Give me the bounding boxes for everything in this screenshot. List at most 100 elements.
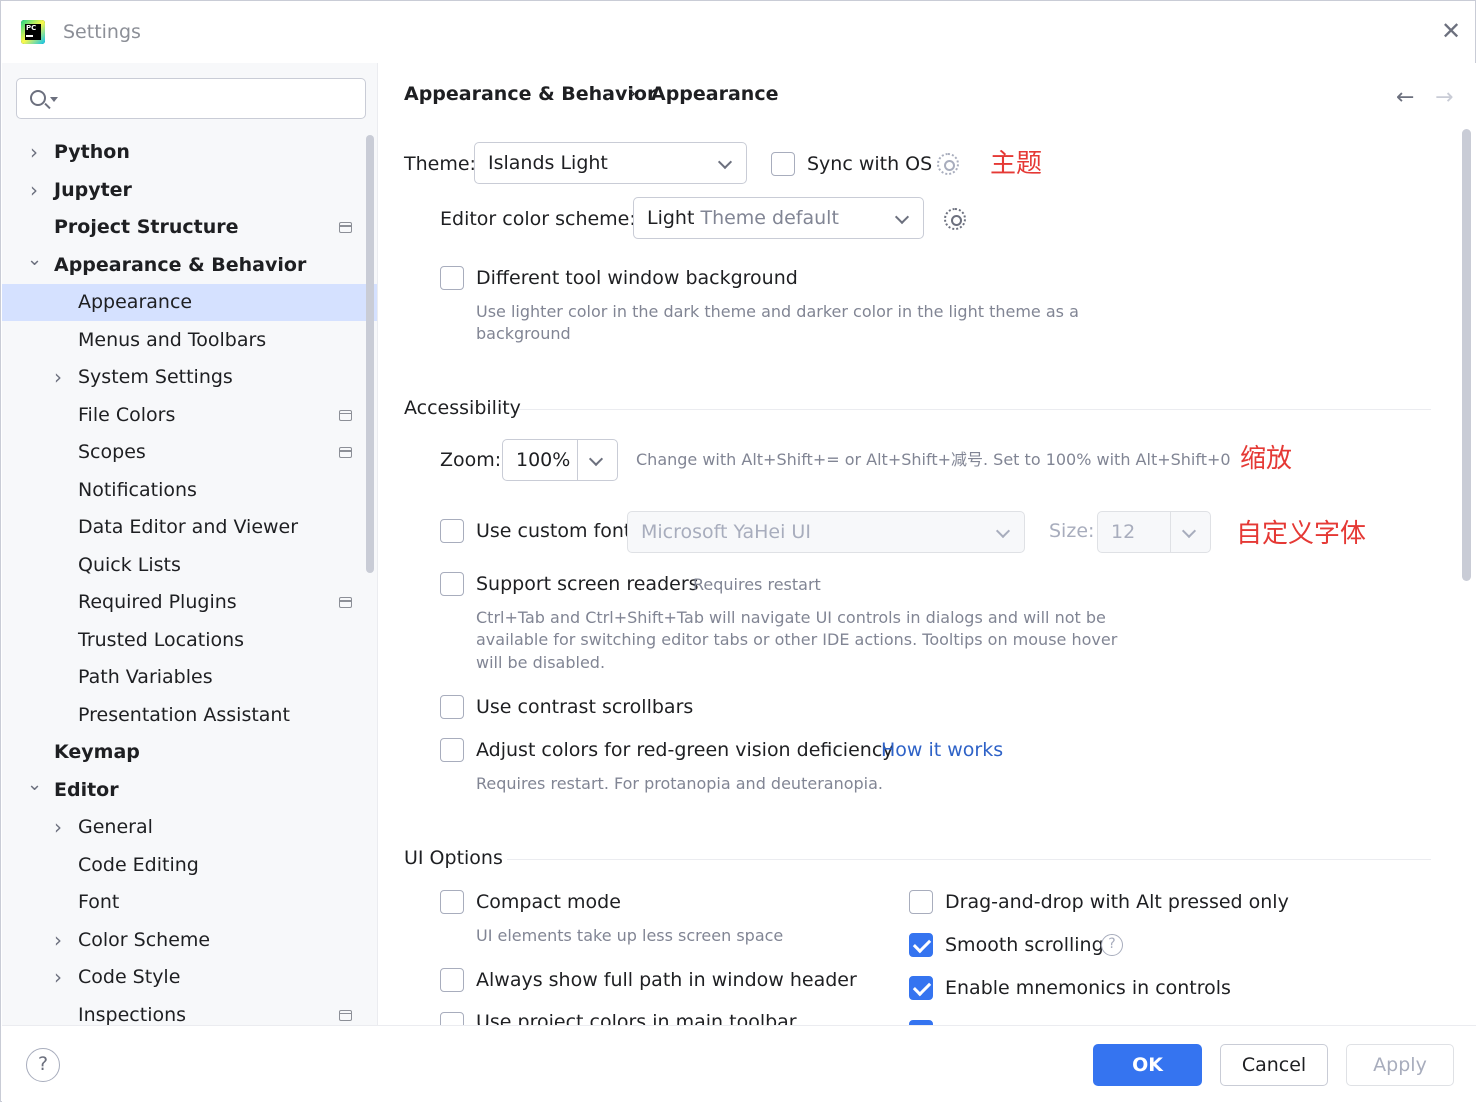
accessibility-section-title: Accessibility xyxy=(404,397,521,419)
screen-readers-label[interactable]: Support screen readers xyxy=(476,573,699,595)
project-level-icon xyxy=(339,597,352,608)
screen-readers-checkbox[interactable] xyxy=(440,572,464,596)
custom-font-checkbox[interactable] xyxy=(440,519,464,543)
project-level-icon xyxy=(339,447,352,458)
mnemonics-label[interactable]: Enable mnemonics in controls xyxy=(945,977,1231,999)
font-size-combobox[interactable]: 12 xyxy=(1097,511,1211,553)
sidebar-item-data-editor-and-viewer[interactable]: Data Editor and Viewer xyxy=(2,509,377,546)
mnemonics-checkbox[interactable] xyxy=(909,976,933,1000)
sync-settings-gear-icon[interactable] xyxy=(937,153,959,175)
red-green-checkbox[interactable] xyxy=(440,738,464,762)
sidebar-item-jupyter[interactable]: › Jupyter xyxy=(2,172,377,209)
chevron-right-icon[interactable]: › xyxy=(27,172,41,209)
sidebar-item-label: Code Style xyxy=(78,966,181,988)
chevron-right-icon[interactable]: › xyxy=(27,134,41,171)
sidebar-item-label: Notifications xyxy=(78,478,197,501)
how-it-works-link[interactable]: How it works xyxy=(881,739,1003,761)
sidebar-item-inspections[interactable]: Inspections xyxy=(2,997,377,1025)
chevron-right-icon[interactable]: › xyxy=(51,922,65,959)
search-input[interactable] xyxy=(16,78,366,119)
theme-combobox[interactable]: Islands Light xyxy=(474,142,747,184)
drag-drop-alt-label[interactable]: Drag-and-drop with Alt pressed only xyxy=(945,891,1289,913)
red-green-label[interactable]: Adjust colors for red-green vision defic… xyxy=(476,739,894,761)
sidebar-item-label: Quick Lists xyxy=(78,553,181,576)
font-size-label: Size: xyxy=(1049,520,1095,542)
search-history-dropdown-icon[interactable] xyxy=(50,97,58,102)
sidebar-scrollbar[interactable] xyxy=(366,135,374,573)
chevron-right-icon[interactable]: › xyxy=(51,959,65,996)
apply-button[interactable]: Apply xyxy=(1346,1044,1454,1086)
sidebar-item-system-settings[interactable]: › System Settings xyxy=(2,359,377,396)
content-scrollbar[interactable] xyxy=(1462,129,1471,581)
sidebar-item-python[interactable]: › Python xyxy=(2,134,377,171)
sidebar-item-required-plugins[interactable]: Required Plugins xyxy=(2,584,377,621)
close-icon[interactable]: ✕ xyxy=(1439,19,1463,43)
project-colors-label[interactable]: Use project colors in main toolbar xyxy=(476,1011,797,1025)
chevron-down-icon[interactable]: ⌄ xyxy=(27,772,42,809)
project-colors-checkbox[interactable] xyxy=(440,1012,464,1025)
ok-button[interactable]: OK xyxy=(1093,1044,1202,1086)
sidebar-item-label: Data Editor and Viewer xyxy=(78,516,299,538)
sidebar-item-appearance-behavior[interactable]: ⌄ Appearance & Behavior xyxy=(2,247,377,284)
project-level-icon xyxy=(339,409,352,421)
sidebar-item-notifications[interactable]: Notifications xyxy=(2,472,377,509)
sidebar-item-path-variables[interactable]: Path Variables xyxy=(2,659,377,696)
help-question-icon[interactable]: ? xyxy=(1101,934,1123,956)
cancel-button[interactable]: Cancel xyxy=(1220,1044,1328,1086)
drag-drop-alt-checkbox[interactable] xyxy=(909,890,933,914)
chevron-down-icon[interactable] xyxy=(588,451,604,467)
sidebar-item-editor[interactable]: ⌄ Editor xyxy=(2,772,377,809)
contrast-scrollbars-checkbox[interactable] xyxy=(440,695,464,719)
sidebar-item-presentation-assistant[interactable]: Presentation Assistant xyxy=(2,697,377,734)
sync-with-os-checkbox[interactable] xyxy=(771,152,795,176)
sidebar-item-quick-lists[interactable]: Quick Lists xyxy=(2,547,377,584)
sidebar-item-general[interactable]: › General xyxy=(2,809,377,846)
sidebar-item-label: Project Structure xyxy=(54,216,239,238)
custom-font-label[interactable]: Use custom font: xyxy=(476,520,638,542)
compact-mode-checkbox[interactable] xyxy=(440,890,464,914)
zoom-divider xyxy=(577,440,578,480)
tool-window-bg-checkbox[interactable] xyxy=(440,266,464,290)
help-button[interactable]: ? xyxy=(26,1048,60,1082)
editor-scheme-gear-icon[interactable] xyxy=(944,208,966,230)
sidebar-item-appearance[interactable]: Appearance xyxy=(2,284,377,321)
forward-arrow-icon[interactable]: → xyxy=(1435,87,1453,109)
sidebar-item-code-style[interactable]: › Code Style xyxy=(2,959,377,996)
back-arrow-icon[interactable]: ← xyxy=(1396,87,1414,109)
sidebar-item-font[interactable]: Font xyxy=(2,884,377,921)
sidebar-item-project-structure[interactable]: Project Structure xyxy=(2,209,377,246)
screen-readers-hint-1: Ctrl+Tab and Ctrl+Shift+Tab will navigat… xyxy=(476,608,1106,627)
sidebar-item-scopes[interactable]: Scopes xyxy=(2,434,377,471)
sidebar-item-menus-and-toolbars[interactable]: Menus and Toolbars xyxy=(2,322,377,359)
sidebar-item-code-editing[interactable]: Code Editing xyxy=(2,847,377,884)
contrast-scrollbars-label[interactable]: Use contrast scrollbars xyxy=(476,696,693,718)
editor-scheme-value: Light Theme default xyxy=(647,207,839,229)
full-path-checkbox[interactable] xyxy=(440,968,464,992)
sidebar-item-label: Appearance xyxy=(78,291,193,313)
sidebar-item-color-scheme[interactable]: › Color Scheme xyxy=(2,922,377,959)
custom-font-combobox[interactable]: Microsoft YaHei UI xyxy=(627,511,1025,553)
breadcrumb-parent[interactable]: Appearance & Behavior xyxy=(404,83,656,105)
tool-window-bg-label[interactable]: Different tool window background xyxy=(476,267,798,289)
sidebar-item-label: Jupyter xyxy=(54,178,132,201)
dialog-footer: ? OK Cancel Apply xyxy=(2,1025,1476,1102)
sidebar-item-file-colors[interactable]: File Colors xyxy=(2,397,377,434)
zoom-annotation: 缩放 xyxy=(1240,444,1293,474)
chevron-right-icon[interactable]: › xyxy=(51,809,65,846)
smooth-scrolling-checkbox[interactable] xyxy=(909,933,933,957)
sync-with-os-label[interactable]: Sync with OS xyxy=(807,153,932,175)
ui-options-section-title: UI Options xyxy=(404,847,503,869)
sidebar-item-trusted-locations[interactable]: Trusted Locations xyxy=(2,622,377,659)
full-path-label[interactable]: Always show full path in window header xyxy=(476,969,857,991)
sidebar-item-keymap[interactable]: Keymap xyxy=(2,734,377,771)
compact-mode-label[interactable]: Compact mode xyxy=(476,891,621,913)
zoom-combobox[interactable]: 100% xyxy=(502,439,618,481)
smooth-scrolling-label[interactable]: Smooth scrolling xyxy=(945,934,1104,956)
sidebar-item-label: Appearance & Behavior xyxy=(54,253,307,276)
breadcrumb-separator: › xyxy=(629,83,637,104)
editor-scheme-combobox[interactable]: Light Theme default xyxy=(633,197,924,239)
chevron-down-icon[interactable]: ⌄ xyxy=(27,247,42,284)
screen-readers-hint-3: will be disabled. xyxy=(476,653,606,672)
chevron-right-icon[interactable]: › xyxy=(51,359,65,396)
editor-scheme-label: Editor color scheme: xyxy=(440,208,636,230)
